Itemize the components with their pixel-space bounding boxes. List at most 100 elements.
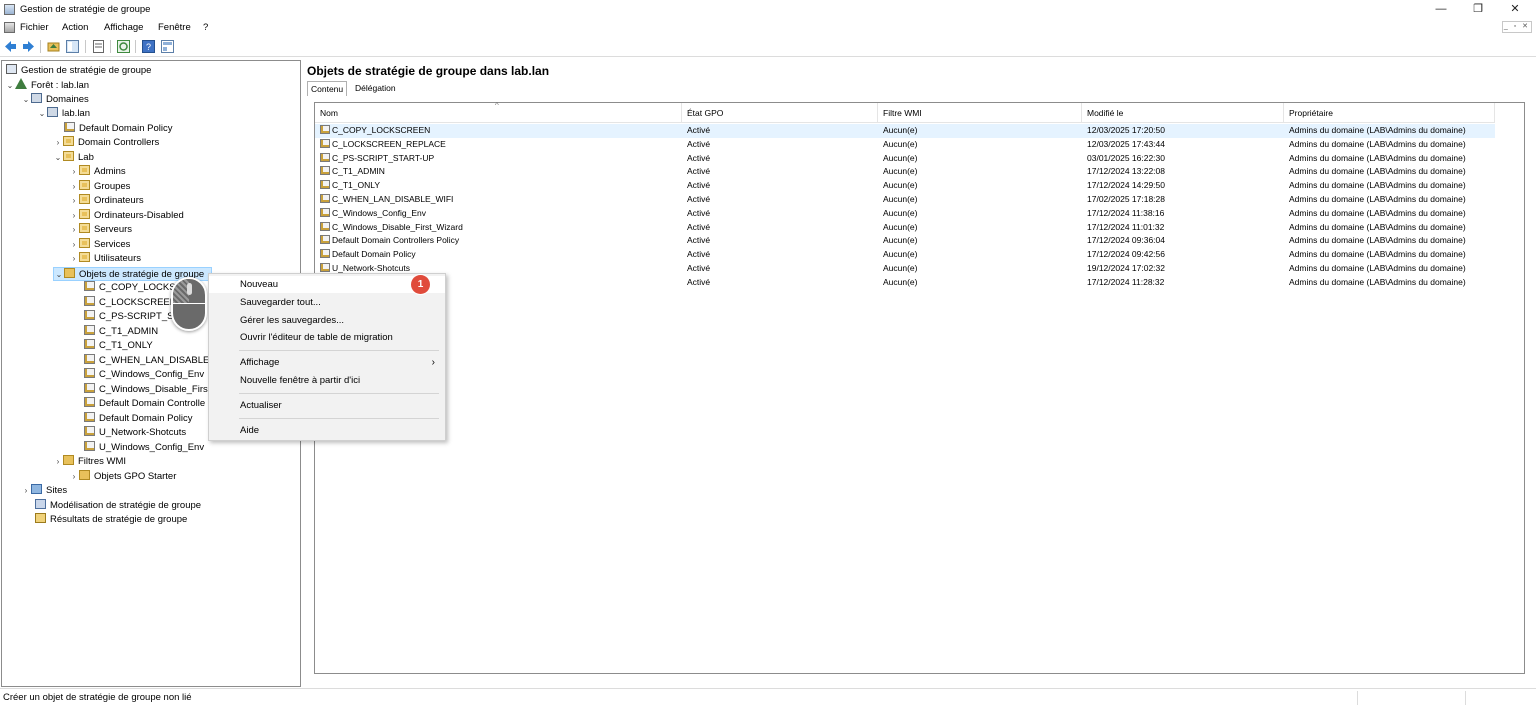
tree-root[interactable]: Gestion de stratégie de groupe — [6, 64, 151, 78]
chevron-right-icon[interactable]: › — [69, 165, 79, 179]
table-row[interactable]: C_PS-SCRIPT_START-UP Activé Aucun(e) 03/01/… — [315, 152, 1495, 166]
column-header-proprietaire[interactable]: Propriétaire — [1284, 103, 1495, 123]
console-view-icon[interactable] — [161, 40, 174, 53]
chevron-down-icon[interactable]: ⌄ — [21, 93, 31, 107]
tree-sites[interactable]: › Sites — [21, 484, 67, 498]
tree-gpo-item[interactable]: Default Domain Controlle — [84, 397, 205, 411]
tree-domain-controllers[interactable]: › Domain Controllers — [53, 136, 159, 150]
tree-ou-ordinateurs-disabled[interactable]: › Ordinateurs-Disabled — [69, 209, 184, 223]
table-row[interactable]: C_COPY_LOCKSCREEN Activé Aucun(e) 12/03/202… — [315, 124, 1495, 138]
menu-affichage[interactable]: Affichage — [104, 22, 143, 33]
chevron-right-icon[interactable]: › — [69, 209, 79, 223]
cell-modifie-le: 17/12/2024 11:38:16 — [1087, 207, 1165, 218]
tree-domains[interactable]: ⌄ Domaines — [21, 93, 89, 107]
chevron-right-icon[interactable]: › — [69, 470, 79, 484]
back-arrow-icon[interactable] — [4, 40, 17, 53]
tree-default-domain-policy-link[interactable]: Default Domain Policy — [64, 122, 172, 136]
table-row[interactable]: C_T1_ADMIN Activé Aucun(e) 17/12/2024 13:22… — [315, 165, 1495, 179]
chevron-down-icon[interactable]: ⌄ — [53, 151, 63, 165]
ctx-nouvelle-fenetre[interactable]: Nouvelle fenêtre à partir d'ici — [209, 372, 445, 389]
tree-ou-groupes[interactable]: › Groupes — [69, 180, 130, 194]
close-button[interactable]: ✕ — [1498, 1, 1532, 17]
tree-gpo-item[interactable]: U_Windows_Config_Env — [84, 441, 204, 455]
ctx-aide[interactable]: Aide — [209, 422, 445, 439]
tree-gpo-item[interactable]: C_T1_ADMIN — [84, 325, 158, 339]
tree-ou-serveurs[interactable]: › Serveurs — [69, 223, 132, 237]
chevron-down-icon[interactable]: ⌄ — [54, 268, 64, 282]
tab-contenu[interactable]: Contenu — [307, 81, 348, 96]
table-row[interactable]: Default Domain Controllers Policy Activé A… — [315, 234, 1495, 248]
menu-fichier[interactable]: Fichier — [20, 22, 49, 33]
sites-icon — [31, 484, 42, 494]
chevron-right-icon[interactable]: › — [69, 194, 79, 208]
tree-gpo-item[interactable]: C_WHEN_LAN_DISABLE_W — [84, 354, 224, 368]
show-hide-tree-icon[interactable] — [66, 40, 79, 53]
tree-ou-lab[interactable]: ⌄ Lab — [53, 151, 94, 165]
ctx-sauvegarder-tout[interactable]: Sauvegarder tout... — [209, 294, 445, 311]
help-icon[interactable]: ? — [142, 40, 155, 53]
minimize-button[interactable]: — — [1424, 1, 1458, 17]
menu-action[interactable]: Action — [62, 22, 88, 33]
table-row[interactable]: C_Windows_Disable_First_Wizard Activé Aucu… — [315, 221, 1495, 235]
chevron-down-icon[interactable]: ⌄ — [37, 107, 47, 121]
ou-icon — [79, 252, 90, 262]
chevron-right-icon[interactable]: › — [53, 136, 63, 150]
tree-gpo-item[interactable]: C_LOCKSCREEN_ — [84, 296, 182, 310]
chevron-right-icon[interactable]: › — [21, 484, 31, 498]
document-icon[interactable] — [4, 22, 15, 33]
column-header-modifie-le[interactable]: Modifié le — [1082, 103, 1284, 123]
ctx-migration-table-editor[interactable]: Ouvrir l'éditeur de table de migration — [209, 329, 445, 346]
chevron-right-icon[interactable]: › — [69, 238, 79, 252]
ctx-actualiser[interactable]: Actualiser — [209, 397, 445, 414]
ctx-gerer-sauvegardes[interactable]: Gérer les sauvegardes... — [209, 312, 445, 329]
column-header-filtre-wmi[interactable]: Filtre WMI — [878, 103, 1082, 123]
tree-gpo-item[interactable]: Default Domain Policy — [84, 412, 192, 426]
tree-gpo-item[interactable]: C_Windows_Disable_First_ — [84, 383, 216, 397]
tree-starter-gpos[interactable]: › Objets GPO Starter — [69, 470, 176, 484]
table-row[interactable]: Default Domain Policy Activé Aucun(e) 17/12… — [315, 248, 1495, 262]
table-row[interactable]: C_LOCKSCREEN_REPLACE Activé Aucun(e) 12/03/… — [315, 138, 1495, 152]
forward-arrow-icon[interactable] — [22, 40, 35, 53]
menu-fenetre[interactable]: Fenêtre — [158, 22, 191, 33]
cell-proprietaire: Admins du domaine (LAB\Admins du domaine… — [1289, 125, 1466, 135]
chevron-down-icon[interactable]: ⌄ — [5, 79, 15, 93]
ou-icon — [79, 209, 90, 219]
table-row[interactable]: U_Network-Shotcuts Activé Aucun(e) 19/12/20… — [315, 262, 1495, 276]
up-folder-icon[interactable] — [47, 40, 60, 53]
cell-filtre-wmi: Aucun(e) — [883, 249, 918, 260]
chevron-right-icon[interactable]: › — [69, 252, 79, 266]
table-row[interactable]: Activé Aucun(e) 17/12/2024 11:28:32 Admins … — [315, 276, 1495, 290]
tree-gpo-item[interactable]: C_Windows_Config_Env — [84, 368, 204, 382]
tree-ou-ordinateurs[interactable]: › Ordinateurs — [69, 194, 144, 208]
tree-ou-utilisateurs[interactable]: › Utilisateurs — [69, 252, 141, 266]
chevron-right-icon[interactable]: › — [69, 180, 79, 194]
menu-help[interactable]: ? — [203, 22, 208, 33]
ctx-nouveau[interactable]: Nouveau — [209, 276, 445, 293]
gpo-icon — [84, 368, 95, 378]
tree-ou-services[interactable]: › Services — [69, 238, 130, 252]
table-row[interactable]: C_Windows_Config_Env Activé Aucun(e) 17/12/… — [315, 207, 1495, 221]
restore-button[interactable]: ❐ — [1461, 1, 1495, 17]
cell-filtre-wmi: Aucun(e) — [883, 263, 918, 273]
mdi-child-controls[interactable]: _ ▫ ✕ — [1502, 21, 1532, 33]
tree-domain-lab-lan[interactable]: ⌄ lab.lan — [37, 107, 90, 121]
cell-etat-gpo: Activé — [687, 276, 711, 287]
tree-gpo-item[interactable]: U_Network-Shotcuts — [84, 426, 186, 440]
tree-ou-admins[interactable]: › Admins — [69, 165, 126, 179]
table-row[interactable]: C_T1_ONLY Activé Aucun(e) 17/12/2024 14:29:… — [315, 179, 1495, 193]
properties-icon[interactable] — [92, 40, 105, 53]
tree-gp-modeling[interactable]: Modélisation de stratégie de groupe — [35, 499, 201, 513]
table-row[interactable]: C_WHEN_LAN_DISABLE_WIFI Activé Aucun(e) 17/… — [315, 193, 1495, 207]
tree-gpo-item[interactable]: C_PS-SCRIPT_STA — [84, 310, 185, 324]
refresh-icon[interactable] — [117, 40, 130, 53]
tree-gp-results[interactable]: Résultats de stratégie de groupe — [35, 513, 187, 527]
column-header-etat-gpo[interactable]: État GPO — [682, 103, 878, 123]
status-bar: Créer un objet de stratégie de groupe no… — [0, 688, 1536, 706]
chevron-right-icon[interactable]: › — [53, 455, 63, 469]
tree-gpo-item[interactable]: C_T1_ONLY — [84, 339, 153, 353]
tree-wmi-filters[interactable]: › Filtres WMI — [53, 455, 126, 469]
tab-delegation[interactable]: Délégation — [352, 81, 399, 96]
ctx-affichage[interactable]: Affichage › — [209, 354, 445, 371]
chevron-right-icon[interactable]: › — [69, 223, 79, 237]
tree-forest[interactable]: ⌄ Forêt : lab.lan — [5, 78, 89, 92]
